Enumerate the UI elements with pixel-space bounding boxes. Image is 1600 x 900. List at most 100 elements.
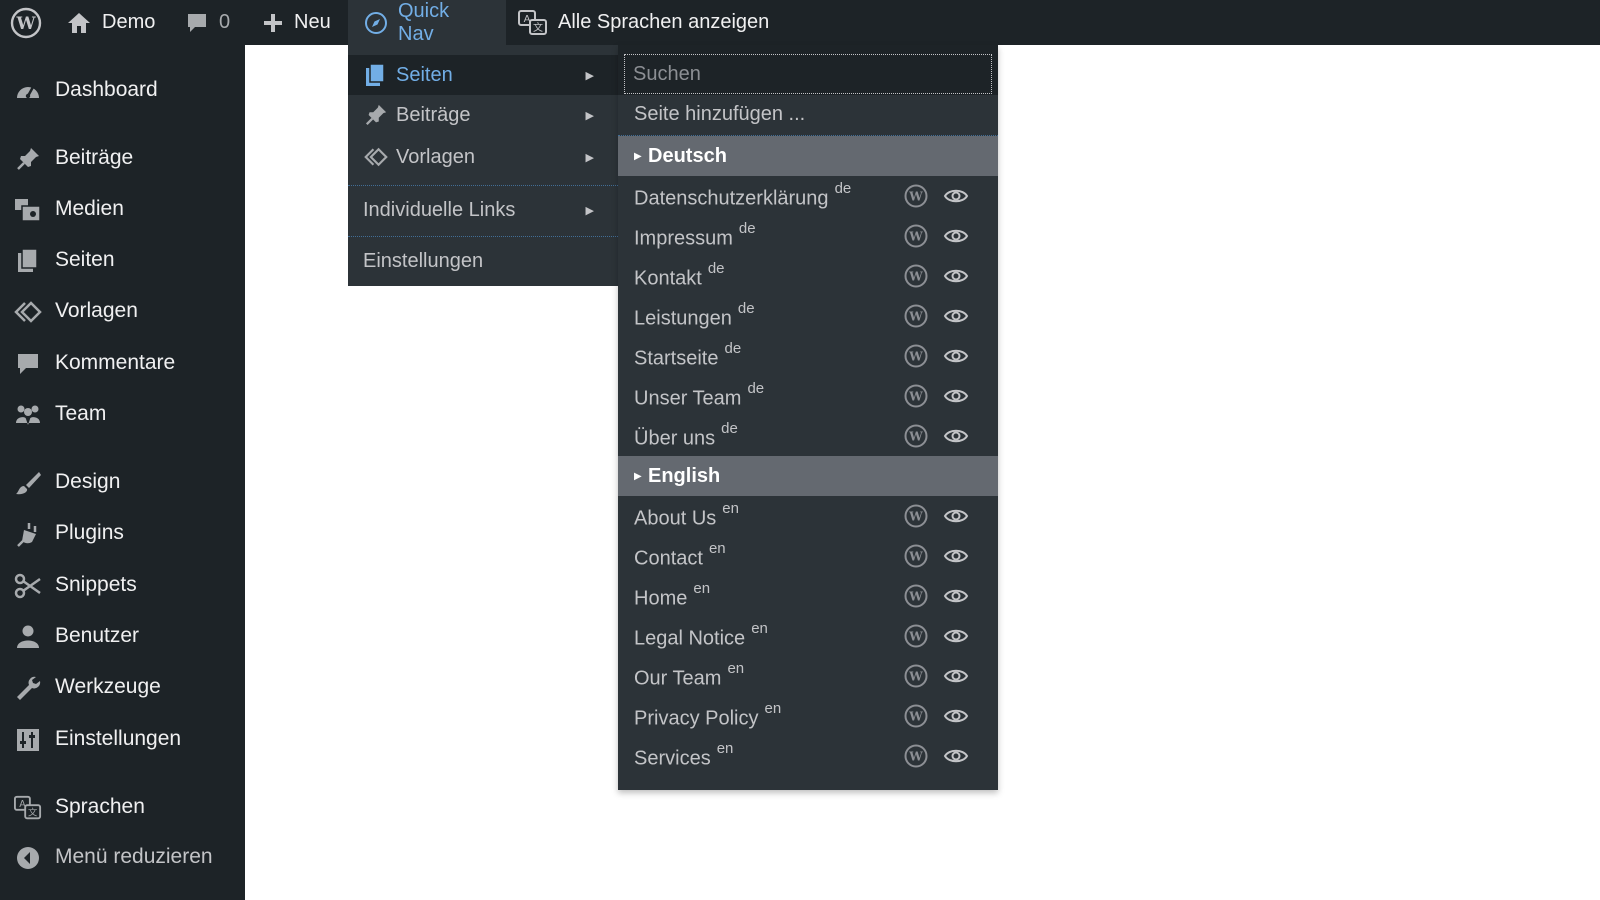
- view-page-eye-icon[interactable]: [943, 544, 969, 568]
- page-row[interactable]: Services en W: [618, 736, 998, 776]
- search-input[interactable]: [624, 54, 992, 94]
- sidebar-item-sprachen[interactable]: A文 Sprachen: [0, 785, 245, 829]
- sidebar-item-dashboard[interactable]: Dashboard: [0, 68, 245, 112]
- sidebar-item-label: Snippets: [55, 573, 137, 596]
- view-page-eye-icon[interactable]: [943, 344, 969, 368]
- submenu-arrow-icon: ▶: [585, 151, 594, 164]
- sidebar-item-plugins[interactable]: Plugins: [0, 511, 245, 555]
- quick-nav-item-vorlagen[interactable]: Vorlagen ▶: [348, 137, 618, 177]
- edit-in-wordpress-icon[interactable]: W: [904, 624, 928, 648]
- svg-text:W: W: [908, 390, 923, 404]
- sidebar-item-beitraege[interactable]: Beiträge: [0, 136, 245, 180]
- page-title: Our Team en: [634, 660, 744, 691]
- language-code: de: [707, 260, 725, 277]
- edit-in-wordpress-icon[interactable]: W: [904, 184, 928, 208]
- edit-in-wordpress-icon[interactable]: W: [904, 744, 928, 768]
- view-page-eye-icon[interactable]: [943, 424, 969, 448]
- view-page-eye-icon[interactable]: [943, 504, 969, 528]
- page-row[interactable]: Leistungen de W: [618, 296, 998, 336]
- page-row[interactable]: Our Team en W: [618, 656, 998, 696]
- sidebar-item-vorlagen[interactable]: Vorlagen: [0, 289, 245, 333]
- edit-in-wordpress-icon[interactable]: W: [904, 504, 928, 528]
- triangle-icon: ▶: [634, 470, 642, 482]
- page-row[interactable]: Impressum de W: [618, 216, 998, 256]
- edit-in-wordpress-icon[interactable]: W: [904, 384, 928, 408]
- sidebar-item-kommentare[interactable]: Kommentare: [0, 341, 245, 385]
- view-page-eye-icon[interactable]: [943, 584, 969, 608]
- sidebar-item-einstellungen[interactable]: Einstellungen: [0, 717, 245, 761]
- svg-text:W: W: [908, 590, 923, 604]
- sidebar-item-seiten[interactable]: Seiten: [0, 238, 245, 282]
- sidebar-item-team[interactable]: Team: [0, 392, 245, 436]
- view-page-eye-icon[interactable]: [943, 264, 969, 288]
- page-title-text: About Us: [634, 507, 717, 530]
- view-page-eye-icon[interactable]: [943, 304, 969, 328]
- svg-text:W: W: [908, 630, 923, 644]
- page-row[interactable]: About Us en W: [618, 496, 998, 536]
- page-row[interactable]: Home en W: [618, 576, 998, 616]
- pages-icon: [366, 63, 385, 86]
- page-row[interactable]: Datenschutzerklärung de W: [618, 176, 998, 216]
- show-all-languages-label: Alle Sprachen anzeigen: [558, 11, 770, 33]
- edit-in-wordpress-icon[interactable]: W: [904, 664, 928, 688]
- pin-icon: [14, 145, 42, 173]
- edit-in-wordpress-icon[interactable]: W: [904, 304, 928, 328]
- page-title: Services en: [634, 740, 733, 771]
- page-row[interactable]: Über uns de W: [618, 416, 998, 456]
- edit-in-wordpress-icon[interactable]: W: [904, 424, 928, 448]
- edit-in-wordpress-icon[interactable]: W: [904, 704, 928, 728]
- svg-text:W: W: [908, 510, 923, 524]
- add-page-link[interactable]: Seite hinzufügen ...: [618, 95, 998, 135]
- sidebar-item-design[interactable]: Design: [0, 460, 245, 504]
- scissors-icon: [14, 572, 42, 600]
- page-title: Privacy Policy en: [634, 700, 781, 731]
- svg-text:W: W: [908, 430, 923, 444]
- quick-nav-item-label: Einstellungen: [363, 249, 484, 272]
- sidebar-item-medien[interactable]: Medien: [0, 187, 245, 231]
- page-row[interactable]: Privacy Policy en W: [618, 696, 998, 736]
- view-page-eye-icon[interactable]: [943, 624, 969, 648]
- admin-bar: W Demo 0 Neu Quick Nav A文 Alle Sprachen …: [0, 0, 1600, 45]
- edit-in-wordpress-icon[interactable]: W: [904, 584, 928, 608]
- collapse-menu-button[interactable]: Menü reduzieren: [0, 835, 245, 879]
- site-name-link[interactable]: Demo: [66, 0, 155, 45]
- wordpress-logo-icon[interactable]: W: [10, 0, 42, 45]
- svg-text:W: W: [15, 14, 36, 34]
- quick-nav-item-seiten[interactable]: Seiten ▶: [348, 55, 618, 95]
- svg-text:W: W: [908, 190, 923, 204]
- language-code: de: [834, 180, 852, 197]
- view-page-eye-icon[interactable]: [943, 224, 969, 248]
- sidebar-item-werkzeuge[interactable]: Werkzeuge: [0, 665, 245, 709]
- page-row[interactable]: Legal Notice en W: [618, 616, 998, 656]
- page-title-text: Startseite: [634, 347, 719, 370]
- svg-text:W: W: [908, 230, 923, 244]
- edit-in-wordpress-icon[interactable]: W: [904, 544, 928, 568]
- sidebar-item-benutzer[interactable]: Benutzer: [0, 614, 245, 658]
- edit-in-wordpress-icon[interactable]: W: [904, 344, 928, 368]
- page-row[interactable]: Kontakt de W: [618, 256, 998, 296]
- sidebar-item-label: Benutzer: [55, 624, 140, 647]
- view-page-eye-icon[interactable]: [943, 384, 969, 408]
- new-content-button[interactable]: Neu: [262, 0, 331, 45]
- edit-in-wordpress-icon[interactable]: W: [904, 224, 928, 248]
- quick-nav-item-einstellungen[interactable]: Einstellungen: [348, 241, 618, 281]
- sidebar-item-snippets[interactable]: Snippets: [0, 563, 245, 607]
- view-page-eye-icon[interactable]: [943, 704, 969, 728]
- svg-text:文: 文: [28, 806, 37, 818]
- edit-in-wordpress-icon[interactable]: W: [904, 264, 928, 288]
- page-title-text: Unser Team: [634, 387, 742, 410]
- view-page-eye-icon[interactable]: [943, 664, 969, 688]
- show-all-languages-button[interactable]: A文 Alle Sprachen anzeigen: [518, 0, 769, 45]
- quick-nav-button[interactable]: Quick Nav: [348, 0, 506, 45]
- media-icon: [14, 196, 42, 224]
- page-title: Startseite de: [634, 340, 741, 371]
- view-page-eye-icon[interactable]: [943, 744, 969, 768]
- view-page-eye-icon[interactable]: [943, 184, 969, 208]
- page-row[interactable]: Unser Team de W: [618, 376, 998, 416]
- page-row[interactable]: Contact en W: [618, 536, 998, 576]
- quick-nav-item-beitraege[interactable]: Beiträge ▶: [348, 95, 618, 135]
- comments-link[interactable]: 0: [185, 0, 230, 45]
- page-row[interactable]: Startseite de W: [618, 336, 998, 376]
- add-page-label: Seite hinzufügen ...: [634, 103, 806, 125]
- quick-nav-item-individuelle-links[interactable]: Individuelle Links ▶: [348, 190, 618, 230]
